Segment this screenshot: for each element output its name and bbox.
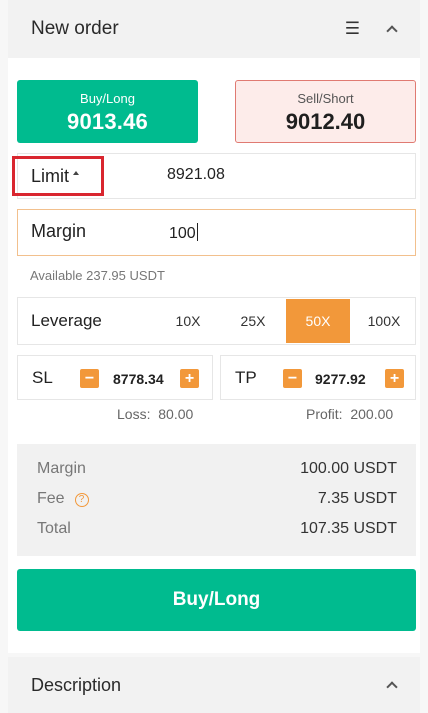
- tp-plus-button[interactable]: +: [385, 369, 404, 388]
- tp-label: TP: [235, 368, 257, 387]
- leverage-option-10x[interactable]: 10X: [156, 299, 220, 343]
- sell-label: Sell/Short: [297, 91, 354, 106]
- loss-estimate: Loss: 80.00: [117, 406, 194, 422]
- margin-value[interactable]: 100: [169, 223, 198, 243]
- description-section-header[interactable]: Description: [8, 657, 420, 713]
- summary-fee-label: Fee?: [37, 490, 89, 508]
- sl-label: SL: [32, 368, 53, 387]
- chevron-up-icon[interactable]: [385, 23, 397, 35]
- menu-icon[interactable]: ☰: [345, 19, 360, 39]
- description-title: Description: [31, 674, 122, 695]
- text-cursor: [196, 223, 198, 241]
- sl-plus-button[interactable]: +: [180, 369, 199, 388]
- submit-buy-long-button[interactable]: Buy/Long: [17, 569, 416, 631]
- panel-title: New order: [31, 18, 119, 39]
- summary-fee-value: 7.35 USDT: [317, 490, 397, 507]
- leverage-option-50x[interactable]: 50X: [286, 299, 350, 343]
- margin-label: Margin: [31, 221, 87, 241]
- leverage-option-100x[interactable]: 100X: [352, 299, 416, 343]
- sl-value[interactable]: 8778.34: [113, 371, 164, 387]
- buy-long-button[interactable]: Buy/Long 9013.46: [17, 80, 198, 143]
- buy-label: Buy/Long: [80, 91, 135, 106]
- tp-minus-button[interactable]: −: [283, 369, 302, 388]
- summary-margin-value: 100.00 USDT: [300, 460, 397, 477]
- buy-price: 9013.46: [67, 109, 148, 134]
- order-type-dropdown[interactable]: Limit: [12, 156, 104, 196]
- sell-short-button[interactable]: Sell/Short 9012.40: [235, 80, 416, 143]
- order-type-label: Limit: [31, 165, 70, 186]
- sell-price: 9012.40: [285, 109, 366, 134]
- order-panel-header: New order ☰: [8, 0, 420, 58]
- leverage-label: Leverage: [31, 311, 102, 330]
- profit-estimate: Profit: 200.00: [306, 406, 394, 422]
- summary-total-value: 107.35 USDT: [300, 520, 397, 537]
- info-icon[interactable]: ?: [74, 493, 89, 507]
- summary-total-label: Total: [37, 520, 71, 537]
- leverage-option-25x[interactable]: 25X: [221, 299, 285, 343]
- chevron-up-icon[interactable]: [385, 679, 397, 691]
- summary-margin-label: Margin: [37, 460, 86, 477]
- tp-value[interactable]: 9277.92: [315, 371, 366, 387]
- caret-up-icon: [73, 171, 80, 175]
- available-balance: Available 237.95 USDT: [30, 268, 165, 283]
- limit-price-value[interactable]: 8921.08: [167, 166, 225, 184]
- sl-minus-button[interactable]: −: [80, 369, 99, 388]
